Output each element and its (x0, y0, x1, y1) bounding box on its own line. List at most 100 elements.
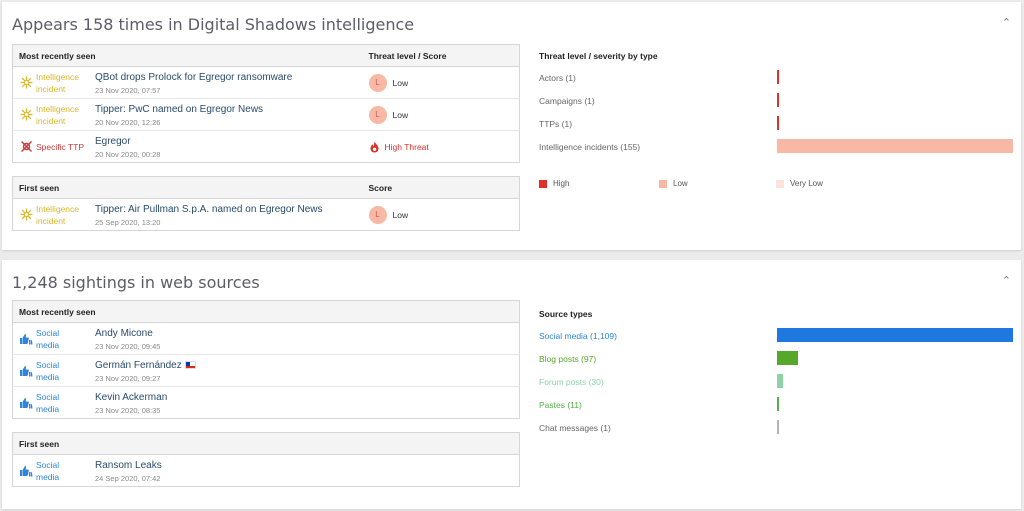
thumbs-icon (19, 332, 33, 346)
bar-label[interactable]: Campaigns (1) (539, 96, 595, 106)
bar-track (777, 351, 1013, 365)
bar[interactable] (777, 93, 779, 107)
type-label: incident (36, 83, 66, 94)
type-intelligence-incident: Intelligence incident (19, 203, 93, 227)
item-date: 23 Nov 2020, 07:57 (95, 85, 161, 95)
score-badge: L (368, 73, 387, 92)
legend-swatch (659, 179, 667, 188)
bar-label[interactable]: Actors (1) (539, 73, 576, 83)
legend-label: High (553, 179, 570, 188)
type-intelligence-incident: Intelligence incident (19, 71, 93, 95)
score: L Low (368, 105, 514, 124)
legend-swatch (776, 179, 784, 188)
item-title-link[interactable]: Tipper: Air Pullman S.p.A. named on Egre… (95, 203, 323, 216)
item-title-link[interactable]: Ransom Leaks (95, 459, 162, 472)
bar-row: Intelligence incidents (155) (539, 137, 1013, 159)
chart-title: Source types (539, 309, 593, 319)
bar-track (777, 420, 1013, 434)
bar[interactable] (777, 139, 1013, 153)
table-row[interactable]: Social media Andy Micone 23 Nov 2020, 09:… (12, 322, 520, 355)
bar-track (777, 328, 1013, 342)
bar[interactable] (777, 70, 779, 84)
score-text: Low (392, 77, 409, 88)
col-header: Score (362, 176, 520, 199)
collapse-chevron-icon[interactable]: ⌃ (1002, 274, 1011, 287)
bar-track (777, 93, 1013, 107)
bar-track (777, 374, 1013, 388)
collapse-chevron-icon[interactable]: ⌃ (1002, 16, 1011, 29)
table-row[interactable]: Specific TTP Egregor 20 Nov 2020, 00:28 … (13, 131, 520, 163)
bar-label[interactable]: Blog posts (97) (539, 354, 596, 364)
col-header: Most recently seen (12, 44, 363, 67)
thumbs-icon (19, 364, 33, 378)
bar[interactable] (777, 116, 779, 130)
bar-label[interactable]: TTPs (1) (539, 119, 572, 129)
type-specific-ttp: Specific TTP (19, 140, 93, 154)
score: L Low (368, 73, 514, 92)
web-sources-panel: 1,248 sightings in web sources ⌃ Most re… (2, 260, 1021, 509)
item-title-link[interactable]: Andy Micone (95, 327, 160, 340)
bar-label[interactable]: Social media (1,109) (539, 331, 617, 341)
bar[interactable] (777, 374, 784, 388)
bar[interactable] (777, 328, 1013, 342)
bar-row: Social media (1,109) (539, 326, 1013, 348)
table-row[interactable]: Intelligence incident QBot drops Prolock … (12, 66, 520, 99)
score: High Threat (369, 141, 514, 153)
item-title-link[interactable]: Kevin Ackerman (95, 391, 167, 404)
item-title-link[interactable]: Tipper: PwC named on Egregor News (95, 103, 263, 116)
table-row[interactable]: Social media Kevin Ackerman 23 Nov 2020, … (13, 387, 520, 419)
type-social-media: Social media (19, 327, 93, 351)
panel-title: Appears 158 times in Digital Shadows int… (12, 15, 415, 34)
bar-track (777, 70, 1013, 84)
chart-title: Threat level / severity by type (539, 51, 658, 61)
bar-label[interactable]: Forum posts (30) (539, 377, 604, 387)
legend-item[interactable]: Very Low (776, 179, 823, 188)
legend-swatch (539, 179, 547, 188)
score-badge: L (368, 205, 387, 224)
type-social-media: Social media (19, 359, 93, 383)
type-label: incident (36, 215, 66, 226)
sparkle-icon (19, 108, 33, 122)
bar[interactable] (777, 397, 780, 411)
recent-intel-table: Most recently seen Threat level / Score … (12, 44, 520, 163)
type-label: Specific TTP (36, 141, 85, 152)
type-label: Intelligence (36, 103, 80, 114)
bar-row: Forum posts (30) (539, 372, 1013, 394)
item-date: 23 Nov 2020, 09:45 (95, 341, 161, 351)
score-text: Low (392, 209, 409, 220)
table-row[interactable]: Intelligence incident Tipper: PwC named o… (12, 98, 520, 131)
legend-label: Very Low (790, 179, 823, 188)
bar-row: Actors (1) (539, 68, 1013, 90)
score: L Low (368, 205, 514, 224)
table-row[interactable]: Social media Ransom Leaks 24 Sep 2020, 07… (13, 455, 520, 487)
bar-label[interactable]: Intelligence incidents (155) (539, 142, 640, 152)
intelligence-panel: Appears 158 times in Digital Shadows int… (2, 2, 1021, 250)
first-seen-intel-table: First seen Score Intelligence incident Ti… (12, 176, 520, 231)
type-label: Social (36, 359, 60, 370)
legend-label: Low (673, 179, 688, 188)
item-date: 23 Nov 2020, 09:27 (95, 373, 161, 383)
item-date: 25 Sep 2020, 13:20 (95, 217, 161, 227)
type-label: media (36, 403, 60, 414)
type-label: media (36, 339, 60, 350)
bar-track (777, 139, 1013, 153)
flame-icon (369, 141, 380, 153)
legend-item[interactable]: Low (659, 179, 688, 188)
item-title-link[interactable]: Egregor (95, 135, 160, 148)
table-row[interactable]: Social media Germán Fernández 23 Nov 2020… (12, 354, 520, 387)
bar[interactable] (777, 420, 779, 434)
bar-label[interactable]: Chat messages (1) (539, 423, 611, 433)
col-header: Most recently seen (12, 300, 520, 323)
panel-title: 1,248 sightings in web sources (12, 273, 260, 292)
table-row[interactable]: Intelligence incident Tipper: Air Pullman… (13, 199, 520, 231)
item-title-link[interactable]: QBot drops Prolock for Egregor ransomwar… (95, 71, 292, 84)
bar-row: Chat messages (1) (539, 418, 1013, 440)
type-label: Intelligence (36, 203, 80, 214)
score-text: High Threat (384, 141, 429, 152)
bar-label[interactable]: Pastes (11) (539, 400, 582, 410)
item-title-link[interactable]: Germán Fernández (95, 360, 182, 371)
type-label: media (36, 371, 60, 382)
legend-item[interactable]: High (539, 179, 569, 188)
bar-row: TTPs (1) (539, 114, 1013, 136)
bar[interactable] (777, 351, 798, 365)
